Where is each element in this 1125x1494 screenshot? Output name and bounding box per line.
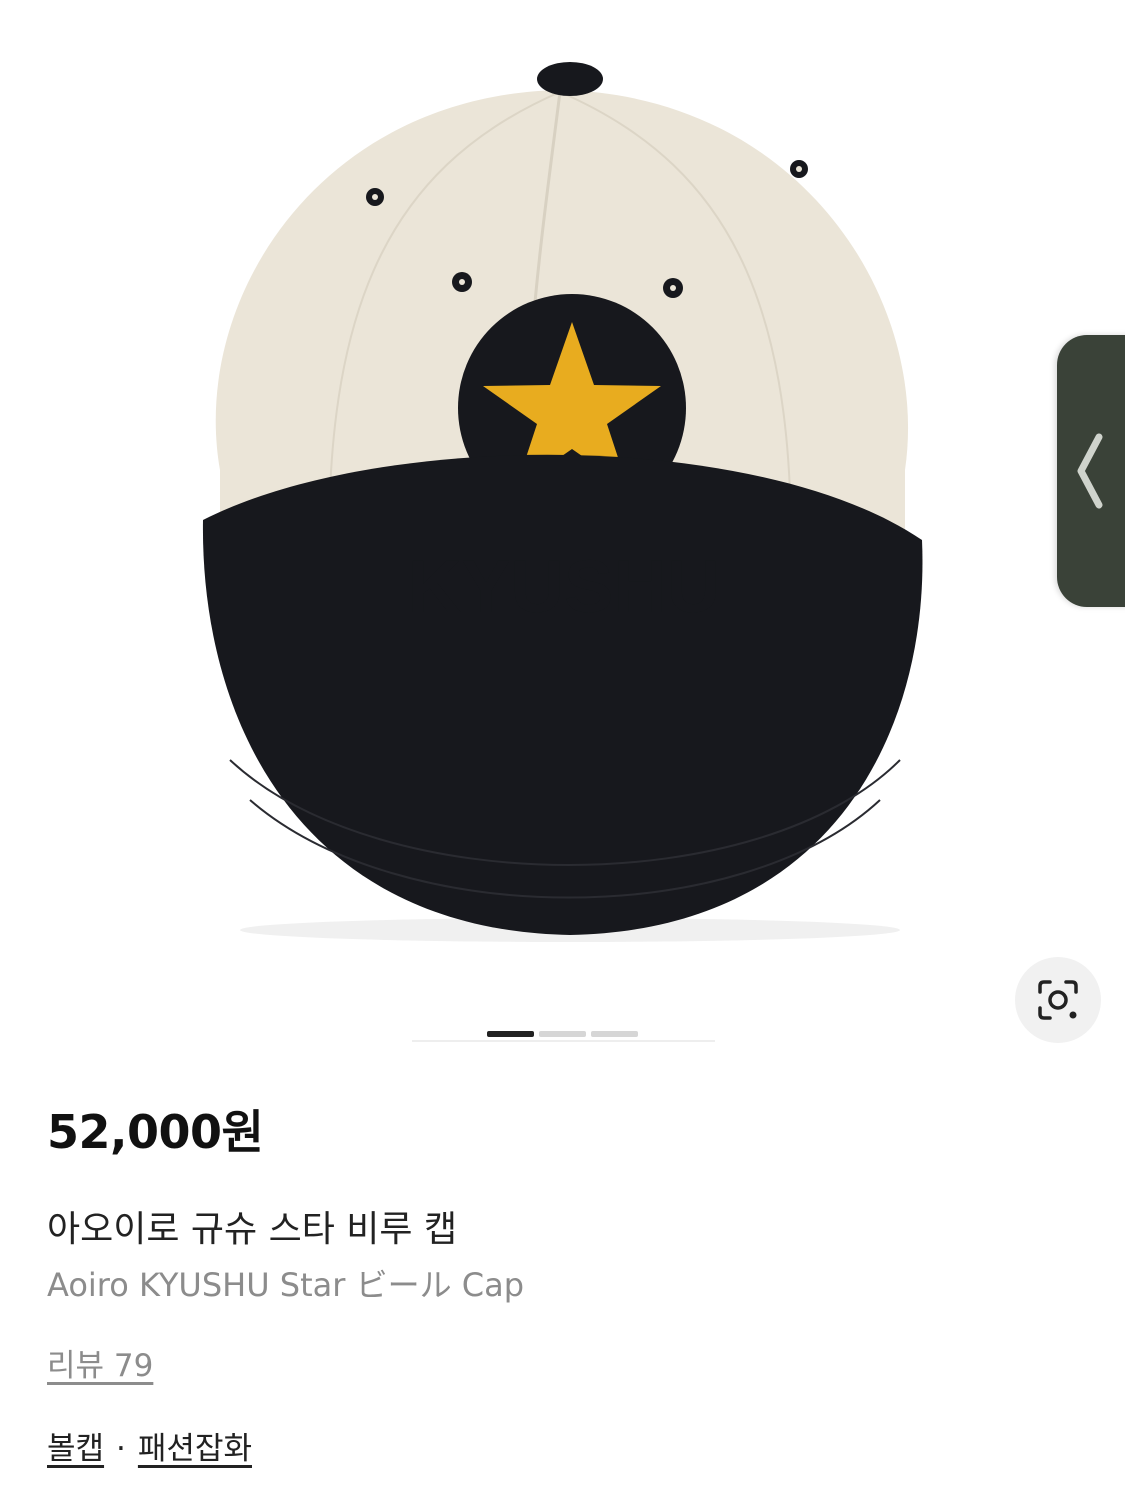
product-name-english: Aoiro KYUSHU Star ビール Cap [47,1266,525,1304]
carousel-indicator-2[interactable] [539,1031,586,1037]
product-page: KYUSHU 52,000원 아오이로 규슈 스타 비루 캡 Aoiro KYU… [0,0,1125,1494]
chevron-left-icon [1077,433,1103,509]
product-image: KYUSHU [202,62,923,942]
review-count-link[interactable]: 리뷰 79 [47,1340,153,1385]
visual-search-icon [1038,980,1078,1020]
product-price: 52,000원 [47,1105,264,1159]
divider [412,1040,715,1042]
category-link-fashion-accessories[interactable]: 패션잡화 [138,1431,252,1467]
embroidery-text: KYUSHU [408,545,720,628]
category-breadcrumb: 볼캡 · 패션잡화 [47,1423,252,1468]
side-panel-handle[interactable] [1057,335,1125,607]
product-name-korean: 아오이로 규슈 스타 비루 캡 [47,1209,458,1250]
carousel-indicator-3[interactable] [591,1031,638,1037]
visual-search-button[interactable] [1015,957,1101,1043]
product-image-carousel[interactable]: KYUSHU [0,0,1125,1045]
category-separator: · [116,1431,126,1467]
carousel-indicator-1[interactable] [487,1031,534,1037]
category-link-ballcap[interactable]: 볼캡 [47,1431,104,1467]
